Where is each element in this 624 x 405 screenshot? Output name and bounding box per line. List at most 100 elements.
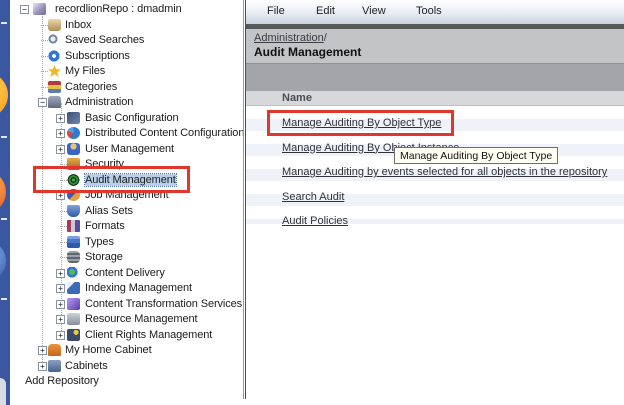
tree-item-client-rights-management[interactable]: + Client Rights Management: [10, 328, 243, 344]
saved-searches-icon: [48, 34, 61, 46]
tree-item-audit-management[interactable]: Audit Management: [10, 173, 243, 189]
desktop-label-fragment: [1, 136, 7, 138]
tree-item-label[interactable]: My Home Cabinet: [65, 344, 152, 356]
desktop-icon-orange: [0, 72, 8, 118]
tree-item-add-repository[interactable]: Add Repository: [10, 374, 243, 390]
tree-item-label[interactable]: Saved Searches: [65, 34, 144, 46]
link-manage-auditing-by-events-selected-for-a[interactable]: Manage Auditing by events selected for a…: [282, 166, 607, 178]
tree-item-label[interactable]: Categories: [65, 81, 117, 93]
storage-icon: [67, 251, 80, 263]
collapse-toggle-icon[interactable]: −: [38, 98, 47, 107]
tree-connector-stub: [60, 180, 67, 181]
tree-item-job-management[interactable]: + Job Management: [10, 188, 243, 204]
tree-item-administration[interactable]: − Administration: [10, 95, 243, 111]
tree-item-label[interactable]: Audit Management: [85, 174, 176, 186]
tree-item-categories[interactable]: Categories: [10, 80, 243, 96]
tree-item-resource-management[interactable]: + Resource Management: [10, 312, 243, 328]
desktop-window-corner: [0, 378, 6, 405]
alias-sets-icon: [67, 205, 80, 217]
tree-connector-stub: [41, 56, 48, 57]
tree-item-cabinets[interactable]: + Cabinets: [10, 359, 243, 375]
my-files-star-icon: [48, 65, 61, 77]
expand-toggle-icon[interactable]: +: [38, 362, 47, 371]
expand-toggle-icon[interactable]: +: [56, 300, 65, 309]
tree-item-label[interactable]: Indexing Management: [85, 282, 192, 294]
tree-item-content-delivery[interactable]: + Content Delivery: [10, 266, 243, 282]
list-column-header[interactable]: Name: [246, 91, 624, 106]
basic-configuration-icon: [67, 112, 80, 124]
desktop-icon-red-orange: [0, 170, 6, 214]
subscriptions-icon: [48, 50, 61, 62]
tree-item-label[interactable]: Content Delivery: [85, 267, 165, 279]
expand-toggle-icon[interactable]: +: [56, 269, 65, 278]
tree-item-inbox[interactable]: Inbox: [10, 18, 243, 34]
tree-item-security[interactable]: Security: [10, 157, 243, 173]
menu-view[interactable]: View: [362, 5, 386, 17]
link-search-audit[interactable]: Search Audit: [282, 191, 344, 203]
tree-item-label[interactable]: Alias Sets: [85, 205, 133, 217]
link-manage-auditing-by-object-type[interactable]: Manage Auditing By Object Type: [282, 117, 441, 129]
security-icon: [67, 158, 80, 170]
tree-connector-stub: [60, 211, 67, 212]
tree-item-label[interactable]: Types: [85, 236, 114, 248]
tree-item-saved-searches[interactable]: Saved Searches: [10, 33, 243, 49]
collapse-toggle-icon[interactable]: −: [20, 5, 29, 14]
tree-item-label[interactable]: Cabinets: [65, 360, 108, 372]
tree-item-label[interactable]: Security: [85, 158, 124, 170]
tree-item-label[interactable]: Administration: [65, 96, 133, 108]
tree-item-label[interactable]: Add Repository: [25, 375, 99, 387]
menu-tools[interactable]: Tools: [416, 5, 442, 17]
tree-item-basic-configuration[interactable]: + Basic Configuration: [10, 111, 243, 127]
tree-item-label[interactable]: My Files: [65, 65, 105, 77]
tree-item-label[interactable]: Client Rights Management: [85, 329, 212, 341]
tree-item-label[interactable]: User Management: [85, 143, 174, 155]
repository-cube-icon: [33, 3, 46, 15]
tree-item-types[interactable]: Types: [10, 235, 243, 251]
expand-toggle-icon[interactable]: +: [38, 346, 47, 355]
tree-item-label[interactable]: Resource Management: [85, 313, 197, 325]
expand-toggle-icon[interactable]: +: [56, 129, 65, 138]
tree-item-my-home-cabinet[interactable]: + My Home Cabinet: [10, 343, 243, 359]
tree-item-label[interactable]: Storage: [85, 251, 123, 263]
tree-item-user-management[interactable]: + User Management: [10, 142, 243, 158]
expand-toggle-icon[interactable]: +: [56, 284, 65, 293]
tree-item-label[interactable]: Content Transformation Services: [85, 298, 242, 310]
job-management-icon: [67, 189, 80, 201]
audit-links-list: Manage Auditing By Object Type Manage Aud…: [246, 106, 624, 224]
breadcrumb-link-administration[interactable]: Administration: [254, 32, 324, 44]
desktop-icon-blue: [0, 240, 6, 282]
tree-item-content-transformation-services[interactable]: + Content Transformation Services: [10, 297, 243, 313]
tree-connector-stub: [60, 242, 67, 243]
tree-item-subscriptions[interactable]: Subscriptions: [10, 49, 243, 65]
expand-toggle-icon[interactable]: +: [56, 331, 65, 340]
tree-item-distributed-content-configuration[interactable]: + Distributed Content Configuration: [10, 126, 243, 142]
link-audit-policies[interactable]: Audit Policies: [282, 215, 348, 227]
expand-toggle-icon[interactable]: +: [56, 114, 65, 123]
expand-toggle-icon[interactable]: +: [56, 145, 65, 154]
tree-item-alias-sets[interactable]: Alias Sets: [10, 204, 243, 220]
tree-item-formats[interactable]: Formats: [10, 219, 243, 235]
tree-item-label[interactable]: recordlionRepo : dmadmin: [55, 3, 182, 15]
tree-item-label[interactable]: Formats: [85, 220, 125, 232]
tree-item-indexing-management[interactable]: + Indexing Management: [10, 281, 243, 297]
navigation-tree-panel: − recordlionRepo : dmadmin Inbox Saved Sear…: [10, 0, 243, 405]
tree-item-label[interactable]: Basic Configuration: [85, 112, 179, 124]
tree-item-label[interactable]: Job Management: [85, 189, 169, 201]
menu-file[interactable]: File: [267, 5, 285, 17]
tree-item-my-files[interactable]: My Files: [10, 64, 243, 80]
tree-connector-stub: [41, 40, 48, 41]
expand-toggle-icon[interactable]: +: [56, 315, 65, 324]
toolbar-strip: [246, 63, 624, 91]
resource-management-icon: [67, 313, 80, 325]
breadcrumb-separator: /: [324, 32, 327, 44]
tree-item-recordlionrepo-dmadmin[interactable]: − recordlionRepo : dmadmin: [10, 2, 243, 18]
tree-item-label[interactable]: Inbox: [65, 19, 91, 31]
expand-toggle-icon[interactable]: +: [56, 191, 65, 200]
tree-connector-stub: [60, 257, 67, 258]
tree-item-storage[interactable]: Storage: [10, 250, 243, 266]
menu-edit[interactable]: Edit: [316, 5, 335, 17]
types-icon: [67, 236, 80, 248]
column-header-name-label: Name: [282, 92, 312, 104]
tree-item-label[interactable]: Distributed Content Configuration: [85, 127, 243, 139]
tree-item-label[interactable]: Subscriptions: [65, 50, 130, 62]
